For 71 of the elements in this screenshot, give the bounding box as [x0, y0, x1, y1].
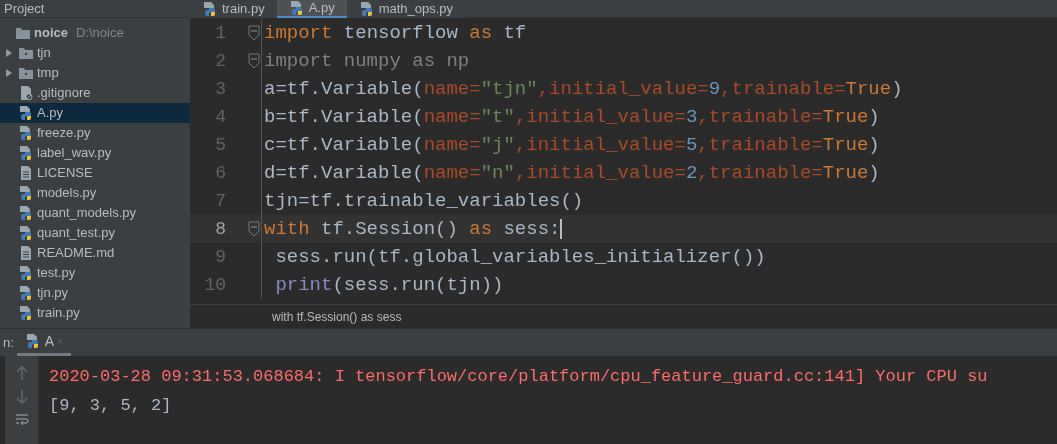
code-line: sess.run(tf.global_variables_initializer()) — [274, 244, 766, 270]
tree-item[interactable]: label_wav.py — [0, 143, 190, 163]
python-file-icon — [18, 285, 34, 301]
text-file-icon — [18, 245, 34, 261]
python-file-icon — [18, 265, 34, 281]
tree-item[interactable]: LICENSE — [0, 163, 190, 183]
text-file-icon — [18, 165, 34, 181]
console-output-line: [9, 3, 5, 2] — [49, 395, 173, 417]
python-file-icon — [202, 1, 218, 17]
expand-arrow-icon[interactable] — [6, 49, 12, 57]
line-number: 4 — [214, 105, 226, 129]
tree-item[interactable]: tmp — [0, 63, 190, 83]
soft-wrap-icon[interactable] — [14, 414, 29, 426]
expand-arrow-icon[interactable] — [6, 69, 12, 77]
tree-item[interactable]: tjn.py — [0, 283, 190, 303]
tree-item[interactable]: freeze.py — [0, 123, 190, 143]
code-line: a=tf.Variable(name="tjn",initial_value=9,trainable=True) — [263, 76, 903, 102]
code-line: import numpy as np — [263, 48, 470, 74]
fold-marker-icon[interactable] — [248, 221, 260, 237]
code-line: d=tf.Variable(name="n",initial_value=2,trainable=True) — [263, 160, 880, 186]
tree-item[interactable]: tjn — [0, 43, 190, 63]
line-number: 9 — [214, 245, 226, 269]
tree-item[interactable]: test.py — [0, 263, 190, 283]
folder-icon — [18, 46, 34, 60]
code-line: c=tf.Variable(name="j",initial_value=5,trainable=True) — [263, 132, 880, 158]
project-view-label[interactable]: Project — [4, 0, 45, 17]
editor-tab[interactable]: A.py — [276, 0, 347, 18]
tree-item[interactable]: models.py — [0, 183, 190, 203]
python-file-icon — [288, 0, 305, 16]
code-line: tjn=tf.trainable_variables() — [263, 188, 584, 214]
line-number: 8 — [214, 217, 226, 241]
folder-icon — [16, 26, 30, 39]
folder-icon — [18, 66, 34, 80]
tree-item[interactable]: train.py — [0, 303, 190, 323]
fold-marker-icon[interactable] — [248, 53, 260, 69]
python-file-icon — [18, 145, 34, 161]
editor-tab[interactable]: train.py — [190, 0, 277, 18]
python-file-icon — [18, 205, 34, 221]
up-arrow-icon[interactable] — [15, 366, 28, 380]
python-file-icon — [18, 185, 34, 201]
line-number: 5 — [214, 133, 226, 157]
line-number: 2 — [214, 49, 226, 73]
down-arrow-icon[interactable] — [15, 390, 28, 404]
code-line: with tf.Session() as sess: — [263, 216, 563, 242]
python-file-icon — [18, 105, 34, 121]
python-file-icon — [18, 125, 34, 141]
line-number: 6 — [214, 161, 226, 185]
project-path: D:\noice — [75, 23, 124, 42]
breadcrumb[interactable]: with tf.Session() as sess — [272, 307, 402, 326]
code-line: import tensorflow as tf — [263, 20, 527, 46]
python-file-icon — [18, 225, 34, 241]
fold-marker-icon[interactable] — [248, 25, 260, 41]
code-line: print(sess.run(tjn)) — [274, 272, 504, 298]
line-number: 3 — [214, 77, 226, 101]
tree-item[interactable]: quant_models.py — [0, 203, 190, 223]
python-file-icon — [24, 333, 41, 349]
editor-tab[interactable]: math_ops.py — [346, 0, 466, 18]
line-number: 10 — [203, 273, 226, 297]
project-root-name[interactable]: noice — [34, 22, 68, 43]
python-file-icon — [358, 1, 375, 17]
tree-item[interactable]: A.py — [0, 103, 190, 123]
code-line: b=tf.Variable(name="t",initial_value=3,trainable=True) — [263, 104, 880, 130]
run-panel-label: n: — [2, 333, 15, 352]
tree-item[interactable]: quant_test.py — [0, 223, 190, 243]
tree-item[interactable]: README.md — [0, 243, 190, 263]
line-number: 1 — [214, 21, 226, 45]
python-file-icon — [18, 305, 34, 321]
tree-item[interactable]: .gitignore — [0, 83, 190, 103]
ignored-file-icon — [18, 85, 34, 101]
line-number: 7 — [214, 189, 226, 213]
console-output-line: 2020-03-28 09:31:53.068684: I tensorflow/core/platform/cpu_feature_guard.cc:141] Your CPU su — [49, 366, 989, 388]
